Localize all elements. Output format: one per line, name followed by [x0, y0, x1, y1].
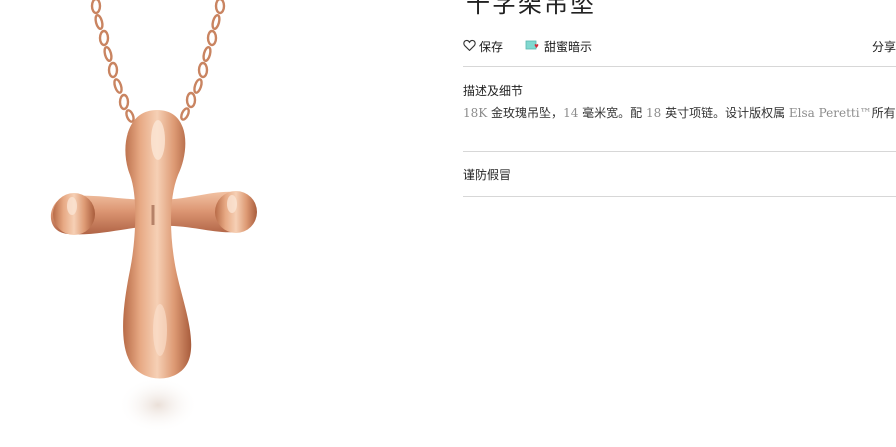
sweet-hint-label: 甜蜜暗示 — [544, 40, 593, 54]
save-label: 保存 — [479, 40, 504, 54]
divider — [463, 196, 896, 197]
share-label: 分享 — [871, 40, 896, 54]
divider — [463, 151, 896, 152]
product-actions: 保存 甜蜜暗示 分享 — [463, 38, 896, 56]
heart-icon — [463, 39, 476, 54]
desc-width: 14 — [563, 106, 579, 120]
cross-pendant-image — [50, 0, 257, 433]
gift-box-icon — [525, 38, 541, 55]
desc-text-2: 毫米宽。配 — [578, 106, 646, 120]
desc-designer: Elsa Peretti™ — [788, 106, 872, 120]
description-section-title: 描述及细节 — [463, 84, 524, 98]
desc-text-1: 金玫瑰吊坠， — [487, 106, 564, 120]
desc-text-4: 所有。 — [871, 106, 896, 120]
sweet-hint-button[interactable]: 甜蜜暗示 — [525, 38, 592, 55]
desc-karat: 18K — [463, 106, 488, 120]
desc-chain-length: 18 — [645, 106, 662, 120]
desc-text-3: 英寸项链。设计版权属 — [661, 106, 789, 120]
product-title: 十字架吊坠 — [466, 0, 596, 18]
product-description: 18K 金玫瑰吊坠，14 毫米宽。配 18 英寸项链。设计版权属 Elsa Pe… — [463, 104, 896, 121]
save-button[interactable]: 保存 — [463, 38, 503, 55]
divider — [463, 66, 896, 67]
product-image — [0, 0, 420, 443]
share-button[interactable]: 分享 — [872, 38, 896, 55]
beware-counterfeit-link[interactable]: 谨防假冒 — [463, 166, 511, 183]
